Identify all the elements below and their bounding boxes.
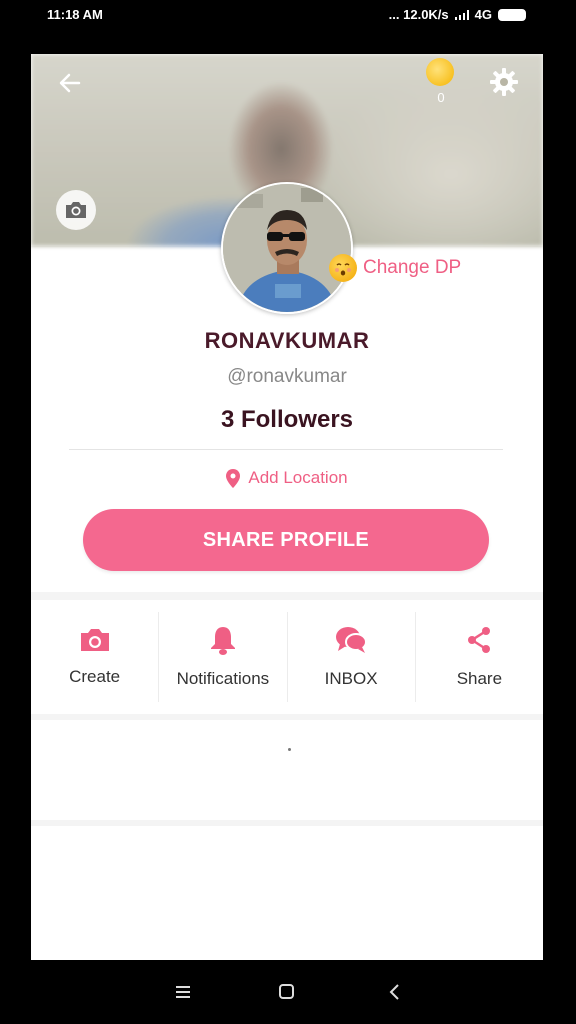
status-bar: 11:18 AM ... 12.0K/s 4G [0, 0, 576, 30]
section-separator [31, 714, 543, 720]
profile-picture[interactable] [221, 182, 353, 314]
change-dp-button[interactable]: Change DP [329, 254, 461, 282]
battery-icon [498, 8, 526, 21]
camera-icon [80, 629, 109, 651]
create-button[interactable]: Create [31, 612, 160, 702]
followers-count[interactable]: 3 Followers [31, 406, 543, 434]
status-indicators: ... 12.0K/s 4G [389, 7, 526, 22]
system-nav-bar [0, 960, 576, 1024]
coin-icon[interactable] [426, 58, 454, 86]
profile-name: RONAVKUMAR [204, 328, 370, 353]
cover-camera-button[interactable] [56, 190, 96, 230]
location-pin-icon [226, 468, 241, 488]
create-label: Create [69, 667, 121, 686]
notifications-button[interactable]: Notifications [159, 612, 288, 702]
profile-handle: @ronavkumar [227, 366, 347, 387]
bell-icon [210, 627, 235, 655]
home-square-icon[interactable] [272, 980, 302, 1004]
signal-icon [454, 9, 469, 20]
network-speed: ... 12.0K/s [388, 7, 449, 22]
section-separator [31, 592, 543, 600]
share-label: Share [456, 669, 503, 688]
add-location-label: Add Location [248, 468, 348, 487]
network-type: 4G [474, 7, 492, 22]
share-profile-button[interactable]: SHARE PROFILE [83, 509, 489, 571]
status-time: 11:18 AM [47, 7, 103, 22]
section-separator [31, 820, 543, 826]
menu-icon[interactable] [168, 980, 198, 1004]
back-arrow-icon[interactable] [55, 68, 85, 98]
inbox-button[interactable]: INBOX [288, 612, 416, 702]
change-dp-label: Change DP [363, 257, 462, 278]
profile-photo-illustration [223, 184, 351, 312]
inbox-label: INBOX [324, 669, 378, 688]
camera-icon [66, 202, 86, 218]
gear-icon[interactable] [488, 66, 520, 98]
loading-dot [288, 748, 291, 751]
coin-count: 0 [437, 90, 445, 105]
share-button[interactable]: Share [416, 612, 543, 702]
chat-bubbles-icon [336, 627, 368, 653]
share-icon [468, 627, 491, 653]
action-bar: Create Notifications INBOX Share [31, 612, 543, 702]
profile-screen: 0 Change DP RONAVKUMAR @ronavkumar 3 Fol… [31, 54, 543, 960]
back-chevron-icon[interactable] [380, 980, 410, 1004]
divider [69, 449, 503, 450]
notifications-label: Notifications [176, 669, 270, 688]
add-location-button[interactable]: Add Location [31, 468, 543, 488]
kissing-face-emoji-icon [329, 254, 357, 282]
